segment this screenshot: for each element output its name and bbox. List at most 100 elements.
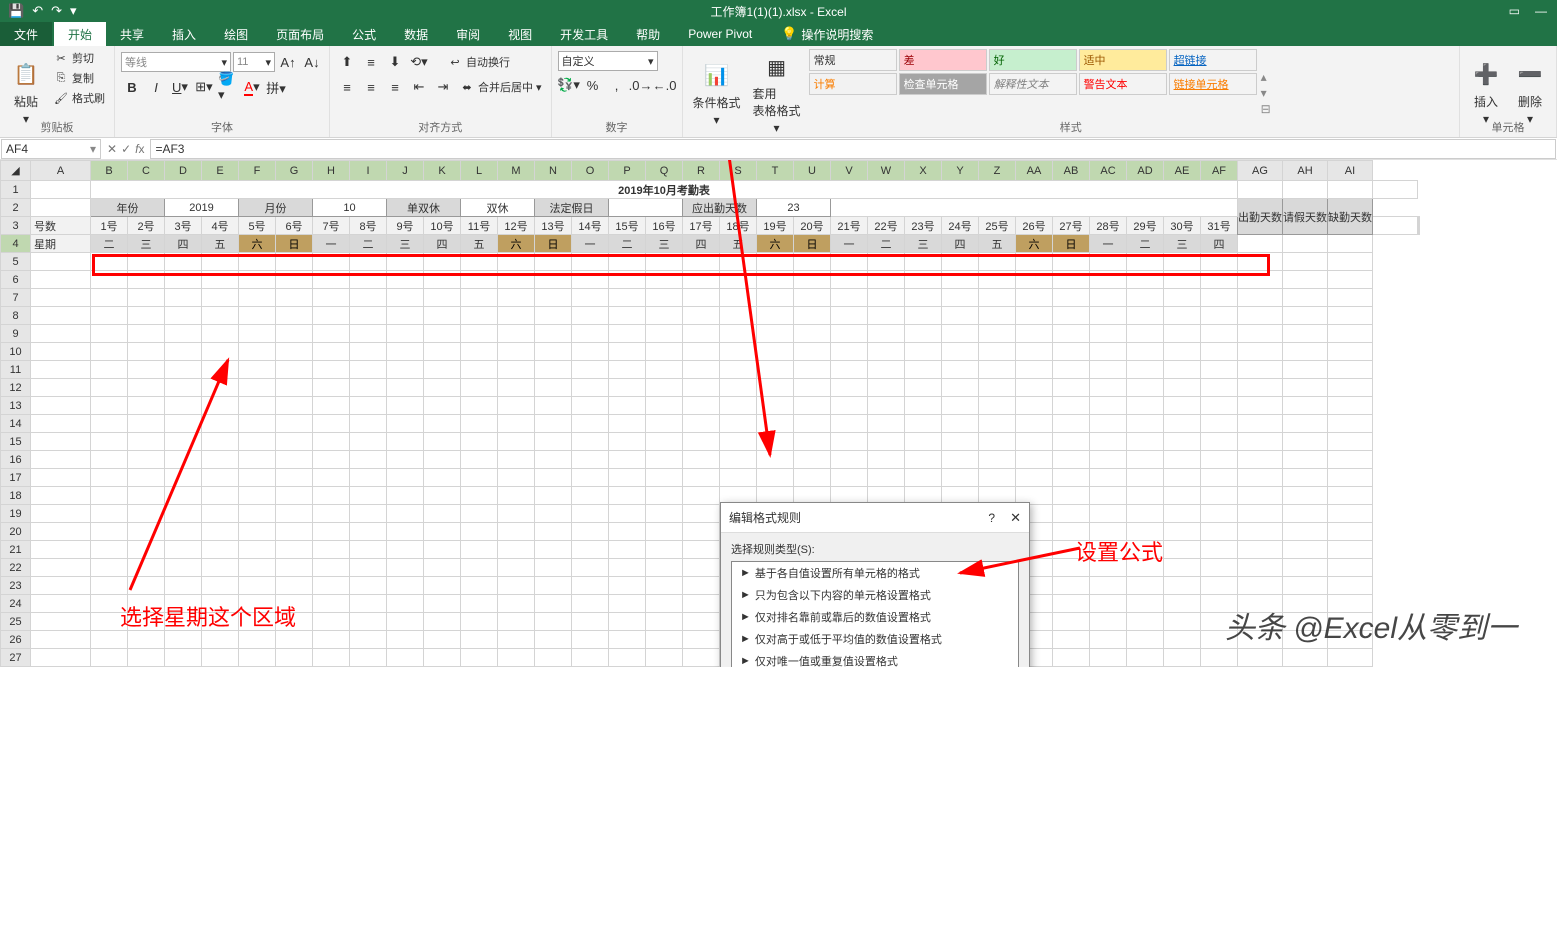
cell[interactable] (942, 307, 979, 325)
weekday-cell[interactable]: 四 (165, 235, 202, 253)
cell[interactable] (239, 649, 276, 667)
cell[interactable] (387, 613, 424, 631)
cell[interactable] (942, 271, 979, 289)
cell[interactable] (31, 325, 91, 343)
cell[interactable] (239, 325, 276, 343)
cell[interactable] (424, 631, 461, 649)
cell[interactable] (905, 433, 942, 451)
cell[interactable] (683, 559, 720, 577)
cell[interactable] (202, 577, 239, 595)
cell[interactable] (1283, 271, 1328, 289)
cell[interactable] (1201, 559, 1238, 577)
weekday-cell[interactable]: 五 (202, 235, 239, 253)
cell[interactable] (31, 361, 91, 379)
cell[interactable] (202, 379, 239, 397)
cell[interactable] (572, 379, 609, 397)
cell[interactable] (1127, 523, 1164, 541)
cell[interactable] (461, 487, 498, 505)
cell[interactable] (1164, 487, 1201, 505)
cell[interactable] (498, 325, 535, 343)
fx-icon[interactable]: fx (135, 142, 144, 156)
cell[interactable] (1238, 649, 1283, 667)
cell[interactable] (1053, 505, 1090, 523)
cell[interactable] (128, 289, 165, 307)
cell[interactable] (1201, 253, 1238, 271)
cell[interactable] (276, 397, 313, 415)
cell[interactable] (31, 469, 91, 487)
cell[interactable] (165, 559, 202, 577)
cell[interactable] (276, 379, 313, 397)
cell[interactable] (128, 649, 165, 667)
tab-help[interactable]: 帮助 (622, 22, 674, 46)
cell[interactable] (1238, 487, 1283, 505)
cell[interactable] (202, 307, 239, 325)
cell[interactable] (1283, 379, 1328, 397)
cell[interactable] (1238, 325, 1283, 343)
cell[interactable] (202, 253, 239, 271)
cell[interactable] (1283, 451, 1328, 469)
cell[interactable] (535, 289, 572, 307)
cell[interactable] (1283, 541, 1328, 559)
col-header[interactable]: B (91, 161, 128, 181)
cell[interactable] (1238, 289, 1283, 307)
cell[interactable] (609, 307, 646, 325)
cell[interactable] (609, 361, 646, 379)
cell[interactable] (1238, 451, 1283, 469)
day-number-cell[interactable]: 25号 (979, 217, 1016, 235)
cell[interactable] (202, 469, 239, 487)
cell[interactable] (461, 325, 498, 343)
cell[interactable] (1090, 397, 1127, 415)
cell[interactable] (646, 253, 683, 271)
enter-formula-icon[interactable]: ✓ (121, 142, 131, 156)
underline-button[interactable]: U▾ (169, 76, 191, 98)
cell[interactable] (609, 595, 646, 613)
cell[interactable] (1127, 379, 1164, 397)
cell[interactable] (757, 451, 794, 469)
cell[interactable] (720, 289, 757, 307)
cell[interactable] (572, 469, 609, 487)
cell[interactable] (646, 523, 683, 541)
cell[interactable] (1164, 541, 1201, 559)
cell[interactable] (609, 649, 646, 667)
cell[interactable] (239, 307, 276, 325)
cell[interactable] (683, 649, 720, 667)
cell[interactable] (461, 613, 498, 631)
cell[interactable] (461, 307, 498, 325)
cell[interactable] (535, 379, 572, 397)
cell[interactable] (1090, 613, 1127, 631)
cell[interactable] (165, 289, 202, 307)
cell[interactable] (683, 577, 720, 595)
cell[interactable] (1164, 415, 1201, 433)
cell[interactable] (794, 253, 831, 271)
cell[interactable] (387, 631, 424, 649)
cell[interactable] (202, 649, 239, 667)
cell[interactable] (1127, 505, 1164, 523)
cell[interactable] (1016, 469, 1053, 487)
cell[interactable] (831, 415, 868, 433)
cell[interactable] (609, 469, 646, 487)
cell[interactable] (720, 415, 757, 433)
cell[interactable] (1238, 505, 1283, 523)
cell[interactable] (1053, 415, 1090, 433)
border-button[interactable]: ⊞▾ (193, 76, 215, 98)
cell[interactable] (572, 523, 609, 541)
cell[interactable] (609, 433, 646, 451)
day-number-cell[interactable]: 23号 (905, 217, 942, 235)
cell[interactable] (1164, 361, 1201, 379)
cell[interactable] (350, 505, 387, 523)
cell[interactable] (942, 253, 979, 271)
cell[interactable] (1201, 523, 1238, 541)
cell[interactable] (350, 433, 387, 451)
cell[interactable] (1090, 307, 1127, 325)
cell[interactable] (572, 307, 609, 325)
cell[interactable] (165, 541, 202, 559)
cell[interactable] (91, 613, 128, 631)
align-top-icon[interactable]: ⬆ (336, 51, 358, 73)
cell[interactable] (276, 649, 313, 667)
cell[interactable] (313, 523, 350, 541)
cell[interactable] (1201, 451, 1238, 469)
rest-value[interactable]: 双休 (461, 199, 535, 217)
cell[interactable] (202, 487, 239, 505)
cell[interactable] (165, 271, 202, 289)
cell[interactable] (1016, 325, 1053, 343)
